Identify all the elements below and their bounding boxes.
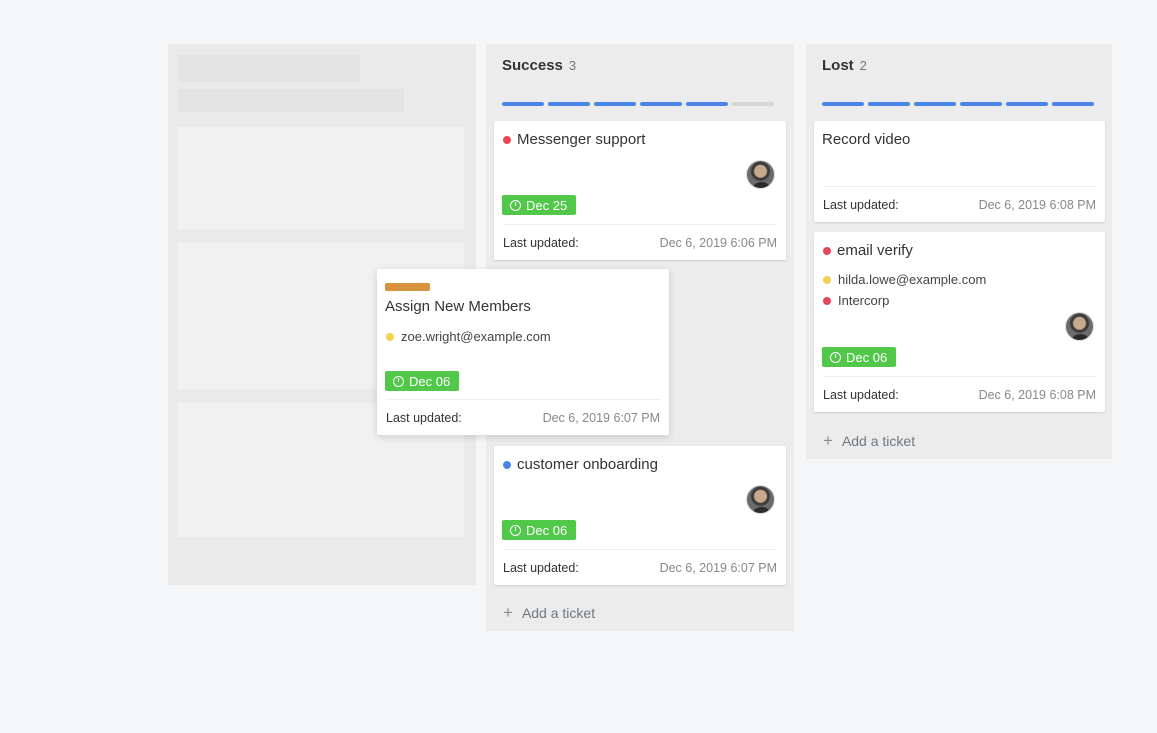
company-name: Intercorp (838, 293, 890, 308)
status-dot (823, 246, 831, 255)
due-date-badge: Dec 06 (822, 347, 897, 367)
card-footer: Last updated: Dec 6, 2019 6:07 PM (503, 549, 777, 585)
last-updated-date: Dec 6, 2019 6:07 PM (542, 410, 660, 425)
last-updated-label: Last updated: (823, 387, 899, 402)
add-ticket-button[interactable]: + Add a ticket (823, 432, 915, 449)
progress-segment (1052, 102, 1094, 106)
progress-segment (502, 102, 544, 106)
ticket-title: email verify (837, 242, 913, 259)
last-updated-date: Dec 6, 2019 6:06 PM (659, 235, 777, 250)
ticket-label-tag[interactable] (385, 283, 430, 291)
assignee-avatar[interactable] (746, 160, 775, 189)
last-updated-label: Last updated: (503, 235, 579, 250)
clock-icon (393, 375, 404, 387)
progress-segment (960, 102, 1002, 106)
ticket-card[interactable]: Messenger support Dec 25 Last updated: D… (494, 121, 786, 260)
contact-email: hilda.lowe@example.com (838, 272, 987, 287)
contact-email: zoe.wright@example.com (401, 329, 551, 344)
column-title: Success (502, 57, 563, 74)
column-header: Lost 2 (822, 57, 867, 74)
dragging-ticket-card[interactable]: Assign New Members zoe.wright@example.co… (377, 269, 669, 435)
column-count: 3 (568, 58, 577, 73)
last-updated-date: Dec 6, 2019 6:08 PM (978, 387, 1096, 402)
company-row: Intercorp (823, 293, 889, 308)
ticket-title: Record video (822, 131, 911, 148)
progress-segment (594, 102, 636, 106)
progress-segment (732, 102, 774, 106)
column-title: Lost (822, 57, 854, 74)
due-date-badge: Dec 25 (502, 195, 577, 215)
placeholder-subtitle-skeleton (178, 89, 404, 112)
column-header: Success 3 (502, 57, 576, 74)
due-date: Dec 06 (409, 373, 451, 389)
progress-segment (914, 102, 956, 106)
plus-icon: + (503, 603, 513, 622)
ticket-title: Messenger support (517, 131, 646, 148)
progress-segment (686, 102, 728, 106)
ticket-card[interactable]: Record video Last updated: Dec 6, 2019 6… (814, 121, 1105, 222)
assignee-avatar[interactable] (746, 485, 775, 514)
column-progress-bar (502, 102, 774, 106)
company-dot (823, 296, 831, 305)
column-progress-bar (822, 102, 1094, 106)
card-footer: Last updated: Dec 6, 2019 6:08 PM (823, 376, 1096, 412)
last-updated-label: Last updated: (503, 560, 579, 575)
add-ticket-label: Add a ticket (521, 604, 596, 621)
card-footer: Last updated: Dec 6, 2019 6:08 PM (823, 186, 1096, 222)
due-date: Dec 06 (846, 349, 888, 365)
assignee-avatar[interactable] (1065, 312, 1094, 341)
ticket-title: Assign New Members (385, 298, 531, 315)
column-lost: Lost 2 Record video Last updated: Dec 6,… (806, 44, 1112, 459)
last-updated-date: Dec 6, 2019 6:07 PM (659, 560, 777, 575)
clock-icon (510, 524, 521, 536)
progress-segment (548, 102, 590, 106)
ticket-card[interactable]: customer onboarding Dec 06 Last updated:… (494, 446, 786, 585)
last-updated-label: Last updated: (386, 410, 462, 425)
add-ticket-label: Add a ticket (841, 432, 916, 449)
plus-icon: + (823, 431, 833, 450)
status-dot (503, 135, 511, 144)
contact-email-row: hilda.lowe@example.com (823, 272, 986, 287)
progress-segment (1006, 102, 1048, 106)
due-date-badge: Dec 06 (385, 371, 460, 391)
contact-email-row: zoe.wright@example.com (386, 329, 551, 344)
contact-dot (823, 275, 831, 284)
card-footer: Last updated: Dec 6, 2019 6:06 PM (503, 224, 777, 260)
due-date: Dec 06 (526, 522, 568, 538)
clock-icon (510, 199, 521, 211)
progress-segment (822, 102, 864, 106)
ticket-title: customer onboarding (517, 456, 658, 473)
due-date: Dec 25 (526, 197, 568, 213)
clock-icon (830, 351, 841, 363)
progress-segment (868, 102, 910, 106)
add-ticket-button[interactable]: + Add a ticket (503, 604, 595, 621)
last-updated-label: Last updated: (823, 197, 899, 212)
contact-dot (386, 332, 394, 341)
progress-segment (640, 102, 682, 106)
placeholder-card-skeleton (178, 127, 464, 229)
status-dot (503, 460, 511, 469)
last-updated-date: Dec 6, 2019 6:08 PM (978, 197, 1096, 212)
card-footer: Last updated: Dec 6, 2019 6:07 PM (386, 399, 660, 435)
placeholder-title-skeleton (178, 55, 360, 82)
column-count: 2 (859, 58, 867, 73)
due-date-badge: Dec 06 (502, 520, 577, 540)
ticket-card[interactable]: email verify hilda.lowe@example.com Inte… (814, 232, 1105, 412)
